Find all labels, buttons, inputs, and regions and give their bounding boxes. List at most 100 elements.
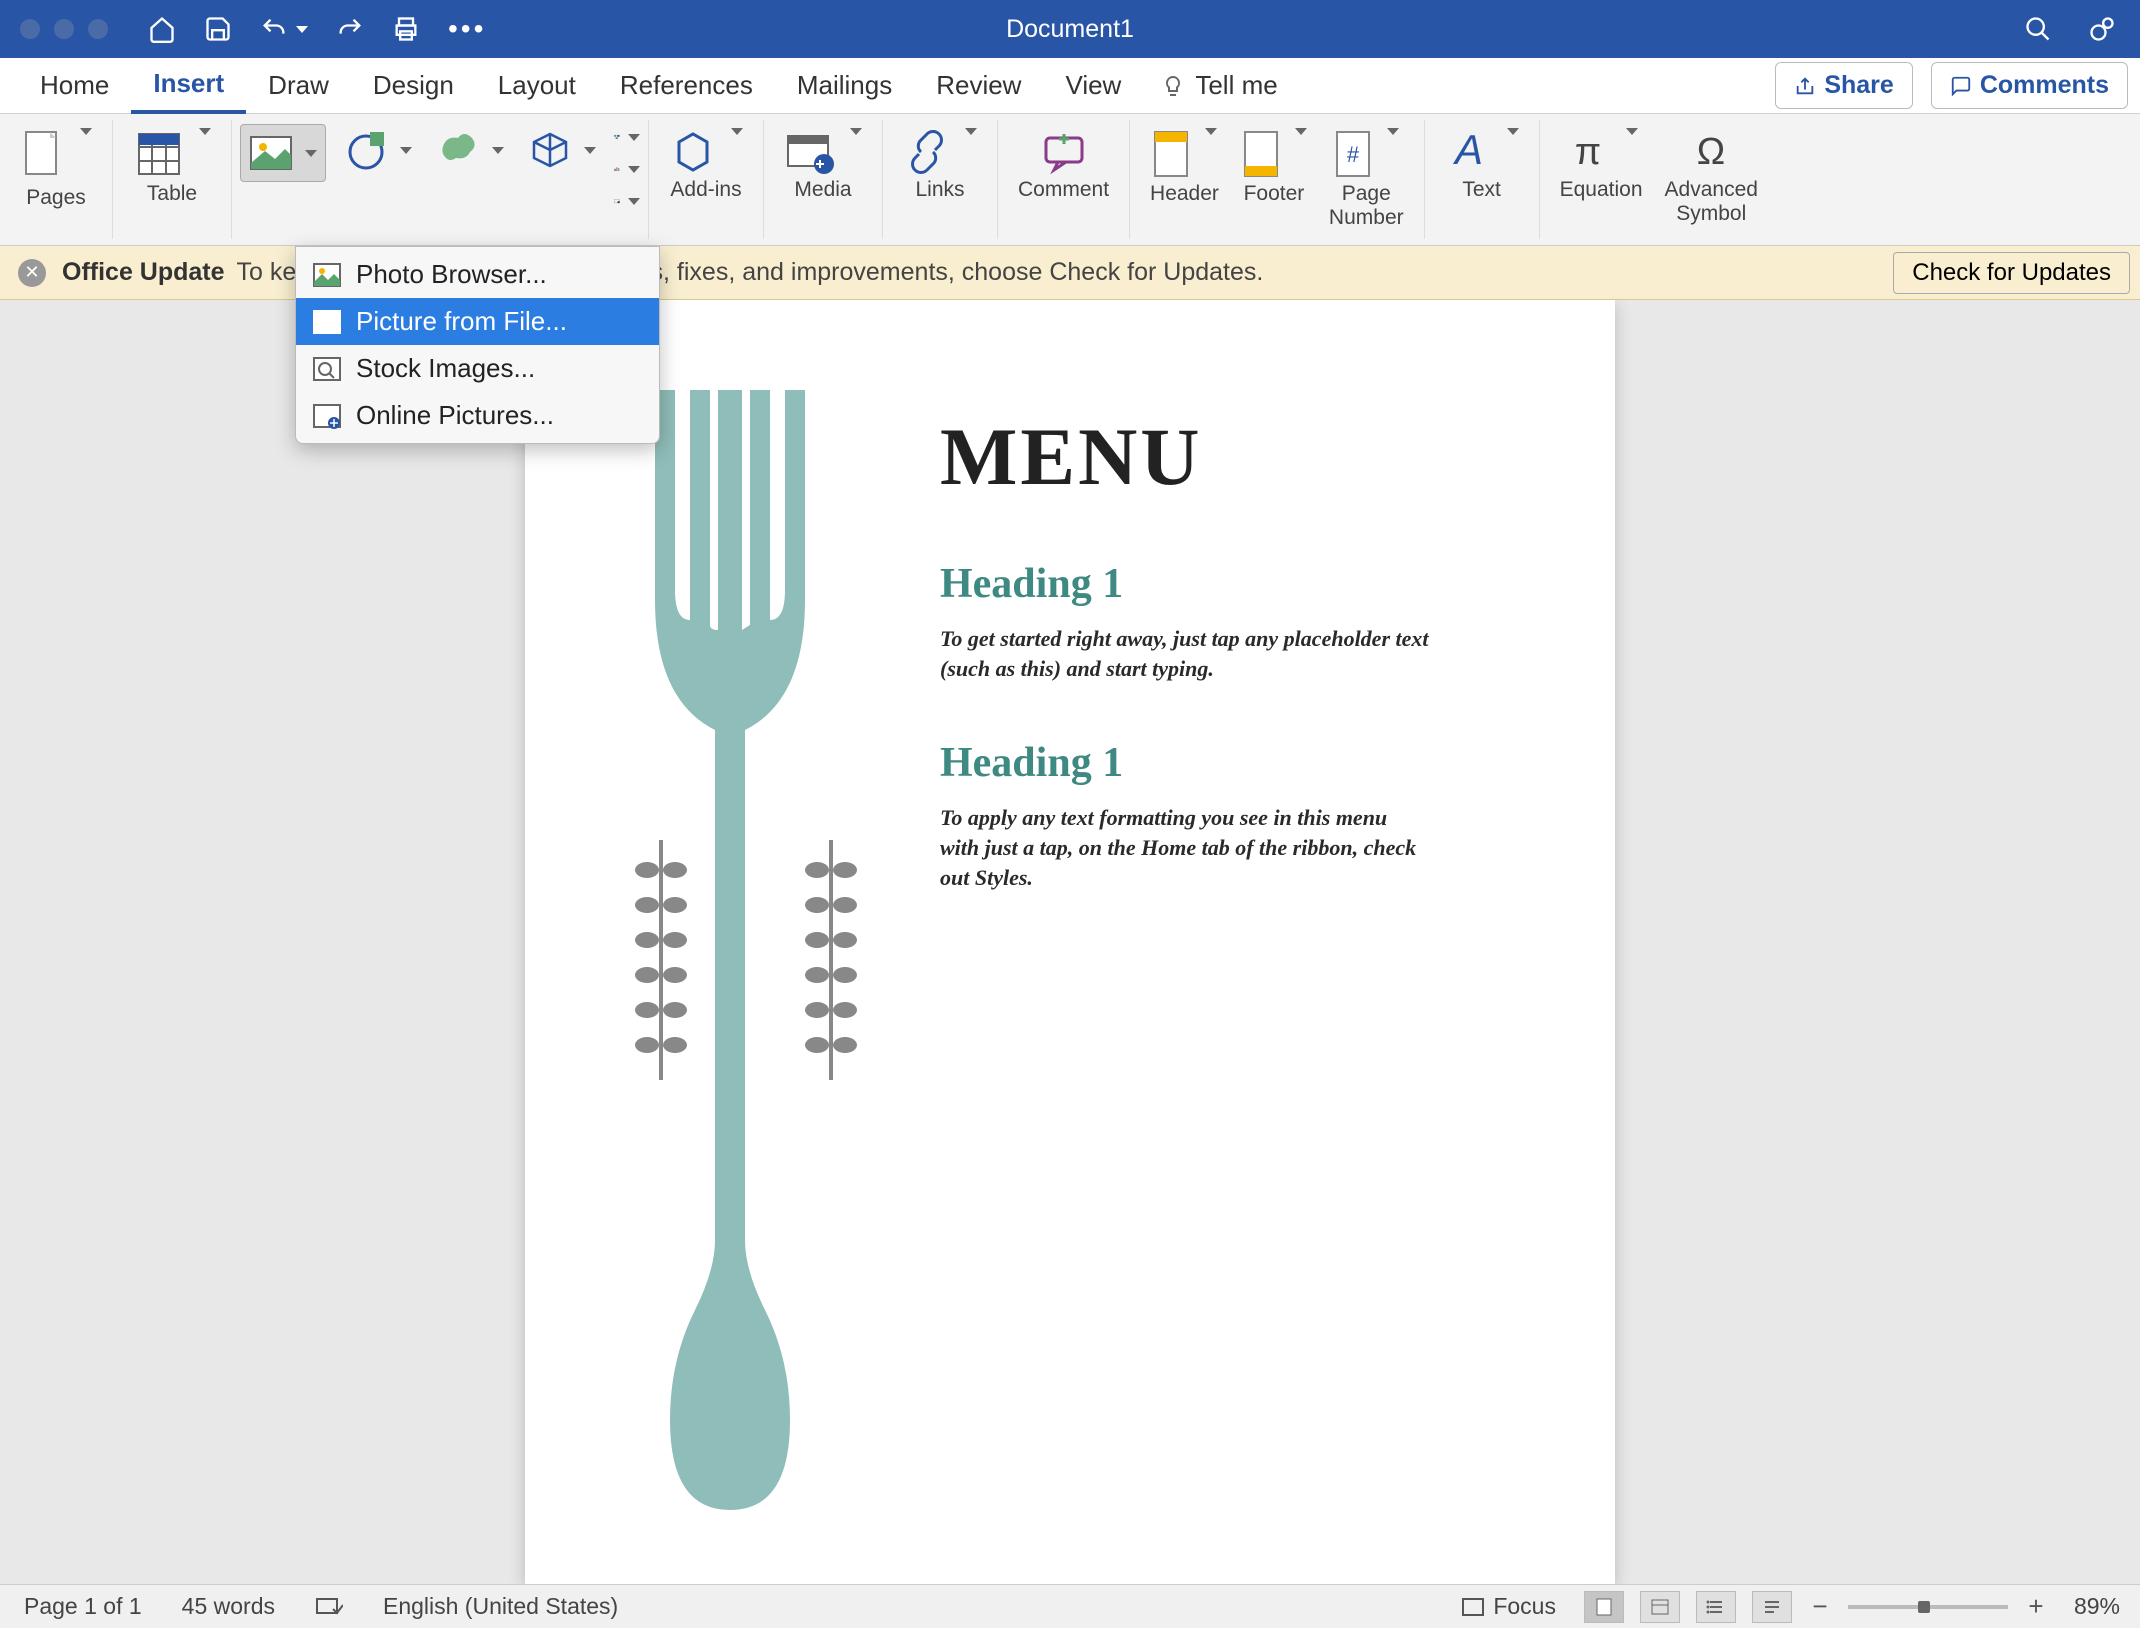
screenshot-button[interactable]	[614, 188, 640, 214]
language-status[interactable]: English (United States)	[383, 1593, 618, 1620]
home-icon[interactable]	[148, 15, 176, 43]
doc-paragraph-2[interactable]: To apply any text formatting you see in …	[940, 803, 1440, 892]
page-number-button[interactable]: # Page Number	[1323, 124, 1410, 234]
share-icon	[1794, 75, 1816, 97]
word-count[interactable]: 45 words	[182, 1593, 275, 1620]
comment-label: Comment	[1018, 178, 1109, 202]
addins-button[interactable]: Add-ins	[663, 124, 749, 206]
text-button[interactable]: A Text	[1439, 124, 1525, 206]
tab-insert[interactable]: Insert	[131, 58, 246, 114]
doc-heading-1[interactable]: Heading 1	[940, 560, 1440, 608]
smartart-button[interactable]	[614, 124, 640, 150]
print-layout-view-button[interactable]	[1584, 1591, 1624, 1623]
doc-menu-title[interactable]: MENU	[940, 410, 1545, 504]
chevron-down-icon	[1295, 128, 1307, 135]
advanced-symbol-button[interactable]: Ω Advanced Symbol	[1659, 124, 1764, 230]
print-icon[interactable]	[392, 15, 420, 43]
redo-icon[interactable]	[336, 15, 364, 43]
tab-mailings[interactable]: Mailings	[775, 58, 914, 114]
maximize-window-button[interactable]	[88, 19, 108, 39]
table-button[interactable]: Table	[127, 124, 217, 210]
equation-button[interactable]: π Equation	[1554, 124, 1649, 206]
outline-view-button[interactable]	[1696, 1591, 1736, 1623]
picture-from-file-item[interactable]: Picture from File...	[296, 298, 659, 345]
svg-text:π: π	[1575, 131, 1601, 173]
text-label: Text	[1462, 178, 1501, 202]
pictures-button[interactable]	[240, 124, 326, 182]
chevron-down-icon	[492, 147, 504, 154]
tab-review[interactable]: Review	[914, 58, 1043, 114]
comments-label: Comments	[1980, 71, 2109, 100]
zoom-slider[interactable]	[1848, 1605, 2008, 1609]
document-canvas[interactable]: MENU Heading 1 To get started right away…	[0, 300, 2140, 1584]
close-window-button[interactable]	[20, 19, 40, 39]
chart-button[interactable]	[614, 156, 640, 182]
3d-models-icon	[528, 128, 572, 172]
web-layout-view-button[interactable]	[1640, 1591, 1680, 1623]
stock-images-item[interactable]: Stock Images...	[296, 345, 659, 392]
header-icon	[1151, 128, 1191, 180]
tab-home[interactable]: Home	[18, 58, 131, 114]
zoom-out-button[interactable]: −	[1808, 1595, 1832, 1619]
icons-button[interactable]	[430, 124, 510, 176]
spellcheck-icon	[315, 1595, 343, 1619]
outline-icon	[1706, 1597, 1726, 1617]
draft-view-button[interactable]	[1752, 1591, 1792, 1623]
doc-heading-2[interactable]: Heading 1	[940, 739, 1440, 787]
check-updates-button[interactable]: Check for Updates	[1893, 252, 2130, 294]
page-count[interactable]: Page 1 of 1	[24, 1593, 142, 1620]
online-pictures-icon	[312, 403, 342, 429]
links-button[interactable]: Links	[897, 124, 983, 206]
comments-icon	[1950, 75, 1972, 97]
svg-text:A: A	[1452, 128, 1483, 173]
tab-design[interactable]: Design	[351, 58, 476, 114]
media-icon	[784, 128, 836, 176]
header-button[interactable]: Header	[1144, 124, 1225, 210]
chevron-down-icon	[199, 128, 211, 135]
stock-images-label: Stock Images...	[356, 353, 535, 384]
comment-button[interactable]: Comment	[1012, 124, 1115, 206]
photo-browser-item[interactable]: Photo Browser...	[296, 251, 659, 298]
share-button[interactable]: Share	[1775, 62, 1912, 109]
spellcheck-button[interactable]	[315, 1595, 343, 1619]
more-icon[interactable]: •••	[448, 13, 486, 45]
pages-icon	[20, 128, 66, 184]
shapes-button[interactable]	[338, 124, 418, 176]
chevron-down-icon	[628, 166, 640, 173]
tell-me-search[interactable]: Tell me	[1161, 70, 1277, 101]
tab-view[interactable]: View	[1043, 58, 1143, 114]
3d-models-button[interactable]	[522, 124, 602, 176]
picture-from-file-label: Picture from File...	[356, 306, 567, 337]
tab-references[interactable]: References	[598, 58, 775, 114]
chevron-down-icon	[80, 128, 92, 135]
table-label: Table	[147, 182, 197, 206]
sprig-graphic-right	[803, 840, 859, 1080]
undo-icon[interactable]	[260, 15, 288, 43]
close-notification-button[interactable]: ✕	[18, 259, 46, 287]
undo-dropdown-icon[interactable]	[296, 26, 308, 33]
footer-button[interactable]: Footer	[1235, 124, 1313, 210]
document-page[interactable]: MENU Heading 1 To get started right away…	[525, 300, 1615, 1584]
addins-label: Add-ins	[670, 178, 741, 202]
save-icon[interactable]	[204, 15, 232, 43]
doc-paragraph-1[interactable]: To get started right away, just tap any …	[940, 624, 1440, 683]
zoom-level[interactable]: 89%	[2074, 1593, 2120, 1620]
media-button[interactable]: Media	[778, 124, 868, 206]
focus-mode-button[interactable]: Focus	[1461, 1593, 1556, 1620]
shapes-icon	[344, 128, 388, 172]
minimize-window-button[interactable]	[54, 19, 74, 39]
tab-layout[interactable]: Layout	[476, 58, 598, 114]
comments-button[interactable]: Comments	[1931, 62, 2128, 109]
tab-draw[interactable]: Draw	[246, 58, 351, 114]
zoom-slider-thumb[interactable]	[1918, 1601, 1930, 1613]
zoom-in-button[interactable]: +	[2024, 1595, 2048, 1619]
page-number-label: Page Number	[1329, 182, 1404, 230]
equation-label: Equation	[1560, 178, 1643, 202]
search-icon[interactable]	[2024, 15, 2052, 43]
print-layout-icon	[1594, 1597, 1614, 1617]
comment-icon	[1040, 128, 1088, 176]
chevron-down-icon	[628, 134, 640, 141]
online-pictures-item[interactable]: Online Pictures...	[296, 392, 659, 439]
notifications-icon[interactable]	[2088, 15, 2116, 43]
pages-button[interactable]: Pages	[14, 124, 98, 214]
